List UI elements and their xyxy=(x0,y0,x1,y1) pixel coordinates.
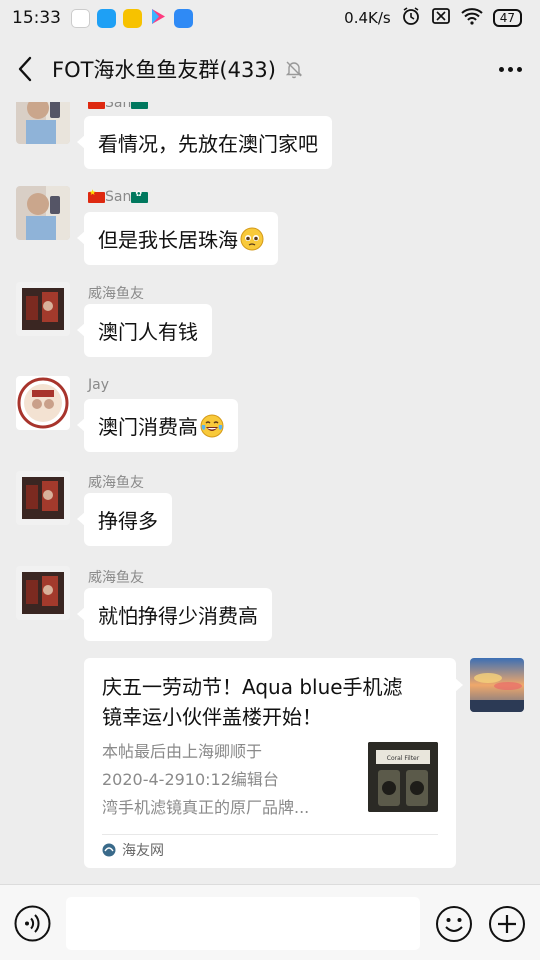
user-avatar[interactable] xyxy=(16,186,70,240)
message-bubble[interactable]: 澳门消费高 xyxy=(77,399,238,452)
message-bubble[interactable]: 就怕挣得少消费高 xyxy=(77,588,272,641)
link-card-thumbnail: Coral Filter xyxy=(368,742,438,812)
emoji-button[interactable] xyxy=(435,905,473,943)
thumbnail-label: Coral Filter xyxy=(387,755,420,762)
message-input[interactable] xyxy=(66,897,420,950)
divider xyxy=(102,834,438,835)
message-bubble[interactable]: 看情况，先放在澳门家吧 xyxy=(77,116,332,169)
calendar-app-icon xyxy=(71,8,90,28)
user-avatar[interactable] xyxy=(16,566,70,620)
status-time: 15:33 xyxy=(12,8,61,28)
sender-name: Jay xyxy=(88,377,109,393)
message-text: 澳门人有钱 xyxy=(98,320,198,344)
voice-button[interactable] xyxy=(14,905,51,942)
macau-flag-icon xyxy=(131,102,149,109)
macau-flag-icon xyxy=(131,189,149,203)
sender-name: San xyxy=(88,102,149,111)
video-play-icon xyxy=(149,7,167,30)
message-text: 看情况，先放在澳门家吧 xyxy=(98,132,318,156)
china-flag-icon xyxy=(88,102,105,109)
sender-name: San xyxy=(88,188,149,205)
user-avatar[interactable] xyxy=(16,471,70,525)
input-bar xyxy=(0,884,540,960)
user-avatar[interactable] xyxy=(16,282,70,336)
smiley-icon xyxy=(436,906,472,942)
chevron-left-icon xyxy=(18,56,32,82)
more-options-button[interactable] xyxy=(480,36,540,102)
link-card-description: 本帖最后由上海卿顺于 2020-4-2910:12编辑台 湾手机滤镜真正的原厂品… xyxy=(102,742,310,817)
status-bar: 15:33 0.4K/s 47 xyxy=(0,0,540,36)
more-functions-button[interactable] xyxy=(488,905,526,943)
link-card-source: 海友网 xyxy=(102,840,164,860)
plus-circle-icon xyxy=(489,906,525,942)
tears-of-joy-emoji xyxy=(200,414,224,437)
notification-app-icons xyxy=(71,7,193,30)
sender-name: 威海鱼友 xyxy=(88,570,144,586)
voice-icon xyxy=(14,905,51,942)
wifi-icon xyxy=(461,7,483,29)
pleading-face-emoji xyxy=(240,227,264,250)
alarm-icon xyxy=(401,6,421,30)
chat-message-list[interactable]: San 看情况，先放在澳门家吧 San 但是我长居珠海 威海鱼友 澳门人有钱 xyxy=(0,102,540,884)
message-bubble[interactable]: 澳门人有钱 xyxy=(77,304,212,357)
bell-off-icon xyxy=(284,59,304,79)
source-logo-icon xyxy=(102,843,116,857)
sender-name: 威海鱼友 xyxy=(88,475,144,491)
message-bubble[interactable]: 但是我长居珠海 xyxy=(77,212,278,265)
sim-off-icon xyxy=(431,7,451,29)
blue-app-icon xyxy=(97,8,116,28)
link-card-title: 庆五一劳动节！Aqua blue手机滤 镜幸运小伙伴盖楼开始！ xyxy=(102,675,403,729)
message-bubble[interactable]: 挣得多 xyxy=(77,493,172,546)
blue-app-icon-2 xyxy=(174,8,193,28)
user-avatar[interactable] xyxy=(16,376,70,430)
message-text: 澳门消费高 xyxy=(98,415,198,439)
chat-header: FOT海水鱼鱼友群(433) xyxy=(0,36,540,102)
message-text: 挣得多 xyxy=(98,509,158,533)
my-avatar[interactable] xyxy=(470,658,524,712)
battery-indicator: 47 xyxy=(492,9,522,27)
sender-name: 威海鱼友 xyxy=(88,286,144,302)
network-speed: 0.4K/s xyxy=(344,9,391,27)
message-text: 但是我长居珠海 xyxy=(98,228,238,252)
yellow-app-icon xyxy=(123,8,142,28)
link-card[interactable]: 庆五一劳动节！Aqua blue手机滤 镜幸运小伙伴盖楼开始！ 本帖最后由上海卿… xyxy=(84,658,463,868)
user-avatar[interactable] xyxy=(16,102,70,144)
china-flag-icon xyxy=(88,188,105,203)
more-dots-icon xyxy=(498,66,504,72)
chat-title: FOT海水鱼鱼友群(433) xyxy=(52,58,276,82)
message-text: 就怕挣得少消费高 xyxy=(98,604,258,628)
back-button[interactable] xyxy=(0,36,50,102)
